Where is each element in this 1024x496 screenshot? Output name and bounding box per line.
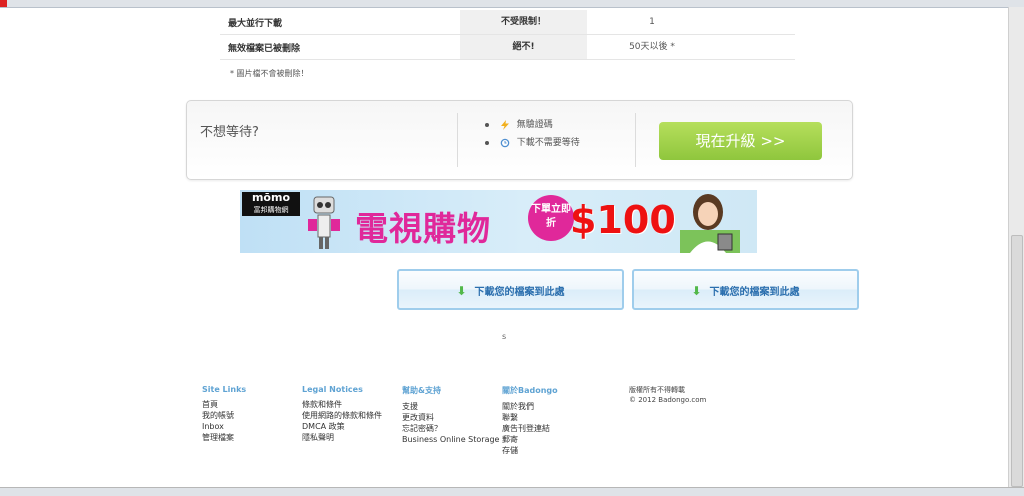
footer-heading: Legal Notices	[302, 385, 363, 394]
benefit-label: 下載不需要等待	[516, 138, 580, 148]
browser-top-bar	[0, 0, 1024, 8]
footer-link[interactable]: Inbox	[202, 421, 246, 432]
logo-subtitle: 富邦購物網	[253, 206, 289, 214]
footer-link[interactable]: 聯繫	[502, 412, 558, 423]
scrollbar-thumb[interactable]	[1011, 235, 1023, 487]
footer-link[interactable]: 廣告刊登連結	[502, 423, 558, 434]
footer-link[interactable]: 更改資料	[402, 412, 499, 423]
footer-link[interactable]: 隱私聲明	[302, 432, 382, 443]
browser-status-bar	[0, 487, 1024, 496]
vertical-scrollbar[interactable]	[1008, 7, 1024, 488]
divider	[457, 113, 458, 167]
footer-heading: Site Links	[202, 385, 247, 394]
footer-column-site-links: Site Links 首頁 我的帳號 Inbox 管理檔案	[202, 385, 246, 443]
footer-link[interactable]: 我的帳號	[202, 410, 246, 421]
footer-link[interactable]: 首頁	[202, 399, 246, 410]
divider	[635, 113, 636, 167]
footer-heading: 幫助&支持	[402, 386, 441, 395]
footer-link[interactable]: 管理檔案	[202, 432, 246, 443]
download-button-label: 下載您的檔案到此處	[474, 287, 565, 298]
download-file-button-2[interactable]: ⬇ 下載您的檔案到此處	[632, 269, 859, 310]
footer-link[interactable]: Business Online Storage	[402, 434, 499, 445]
benefit-label: 無驗證碼	[516, 120, 553, 130]
footer-link[interactable]: 支援	[402, 401, 499, 412]
download-arrow-icon: ⬇	[456, 284, 467, 298]
bullet-icon	[485, 140, 489, 145]
table-row: 最大並行下載 不受限制！ 1	[220, 10, 795, 35]
footer-link[interactable]: DMCA 政策	[302, 421, 382, 432]
download-arrow-icon: ⬇	[691, 284, 702, 298]
list-item: 無驗證碼	[485, 116, 580, 134]
upgrade-question: 不想等待?	[200, 125, 259, 140]
table-footnote: * 圖片檔不會被刪除！	[230, 69, 309, 78]
feature-label: 最大並行下載	[228, 19, 283, 29]
footer-link[interactable]: 郵寄	[502, 434, 558, 445]
copyright-line: 版權所有不得轉載	[629, 386, 685, 394]
premium-value: 不受限制！	[460, 10, 587, 34]
footer-column-about: 關於Badongo 關於我們 聯繫 廣告刊登連結 郵寄 存儲	[502, 385, 558, 456]
footer-link[interactable]: 忘記密碼？	[402, 423, 499, 434]
footer-column-legal: Legal Notices 條款和條件 使用網路的條款和條件 DMCA 政策 隱…	[302, 385, 382, 443]
tab-favicon-icon	[0, 0, 7, 7]
logo-text: mōmo	[251, 191, 291, 204]
ad-banner[interactable]: mōmo 富邦購物網 電視購物 下單立即折 $100	[240, 190, 757, 253]
footer-link[interactable]: 使用網路的條款和條件	[302, 410, 382, 421]
bullet-icon	[485, 122, 489, 127]
copyright: 版權所有不得轉載 © 2012 Badongo.com	[629, 385, 706, 405]
footer-link[interactable]: 關於我們	[502, 401, 558, 412]
benefits-list: 無驗證碼 下載不需要等待	[485, 116, 580, 152]
premium-value: 絕不!	[460, 35, 587, 59]
download-button-label: 下載您的檔案到此處	[709, 287, 800, 298]
download-file-button[interactable]: ⬇ 下載您的檔案到此處	[397, 269, 624, 310]
footer-heading: 關於Badongo	[502, 386, 558, 395]
momo-logo: mōmo 富邦購物網	[242, 192, 300, 216]
discount-price: $100	[570, 198, 676, 242]
mascot-icon	[308, 196, 340, 249]
upgrade-panel: 不想等待? 無驗證碼 下載不需要等待 現在升級 >>	[186, 100, 853, 180]
free-value: 1	[649, 17, 655, 27]
table-row: 無效檔案已被刪除 絕不! 50天以後 *	[220, 35, 795, 60]
discount-badge: 下單立即折	[528, 195, 574, 241]
list-item: 下載不需要等待	[485, 134, 580, 152]
upgrade-now-button[interactable]: 現在升級 >>	[659, 122, 822, 160]
footer-link[interactable]: 條款和條件	[302, 399, 382, 410]
banner-title: 電視購物	[355, 209, 491, 248]
copyright-line: © 2012 Badongo.com	[629, 396, 707, 404]
feature-label: 無效檔案已被刪除	[228, 44, 301, 54]
woman-photo-icon	[680, 194, 740, 253]
clock-icon	[500, 138, 510, 147]
small-text: s	[502, 332, 507, 341]
comparison-table: 最大並行下載 不受限制！ 1 無效檔案已被刪除 絕不! 50天以後 *	[220, 10, 795, 60]
footer-column-help: 幫助&支持 支援 更改資料 忘記密碼？ Business Online Stor…	[402, 385, 499, 445]
footer-link[interactable]: 存儲	[502, 445, 558, 456]
free-value: 50天以後 *	[629, 42, 675, 52]
lightning-icon	[500, 119, 509, 130]
